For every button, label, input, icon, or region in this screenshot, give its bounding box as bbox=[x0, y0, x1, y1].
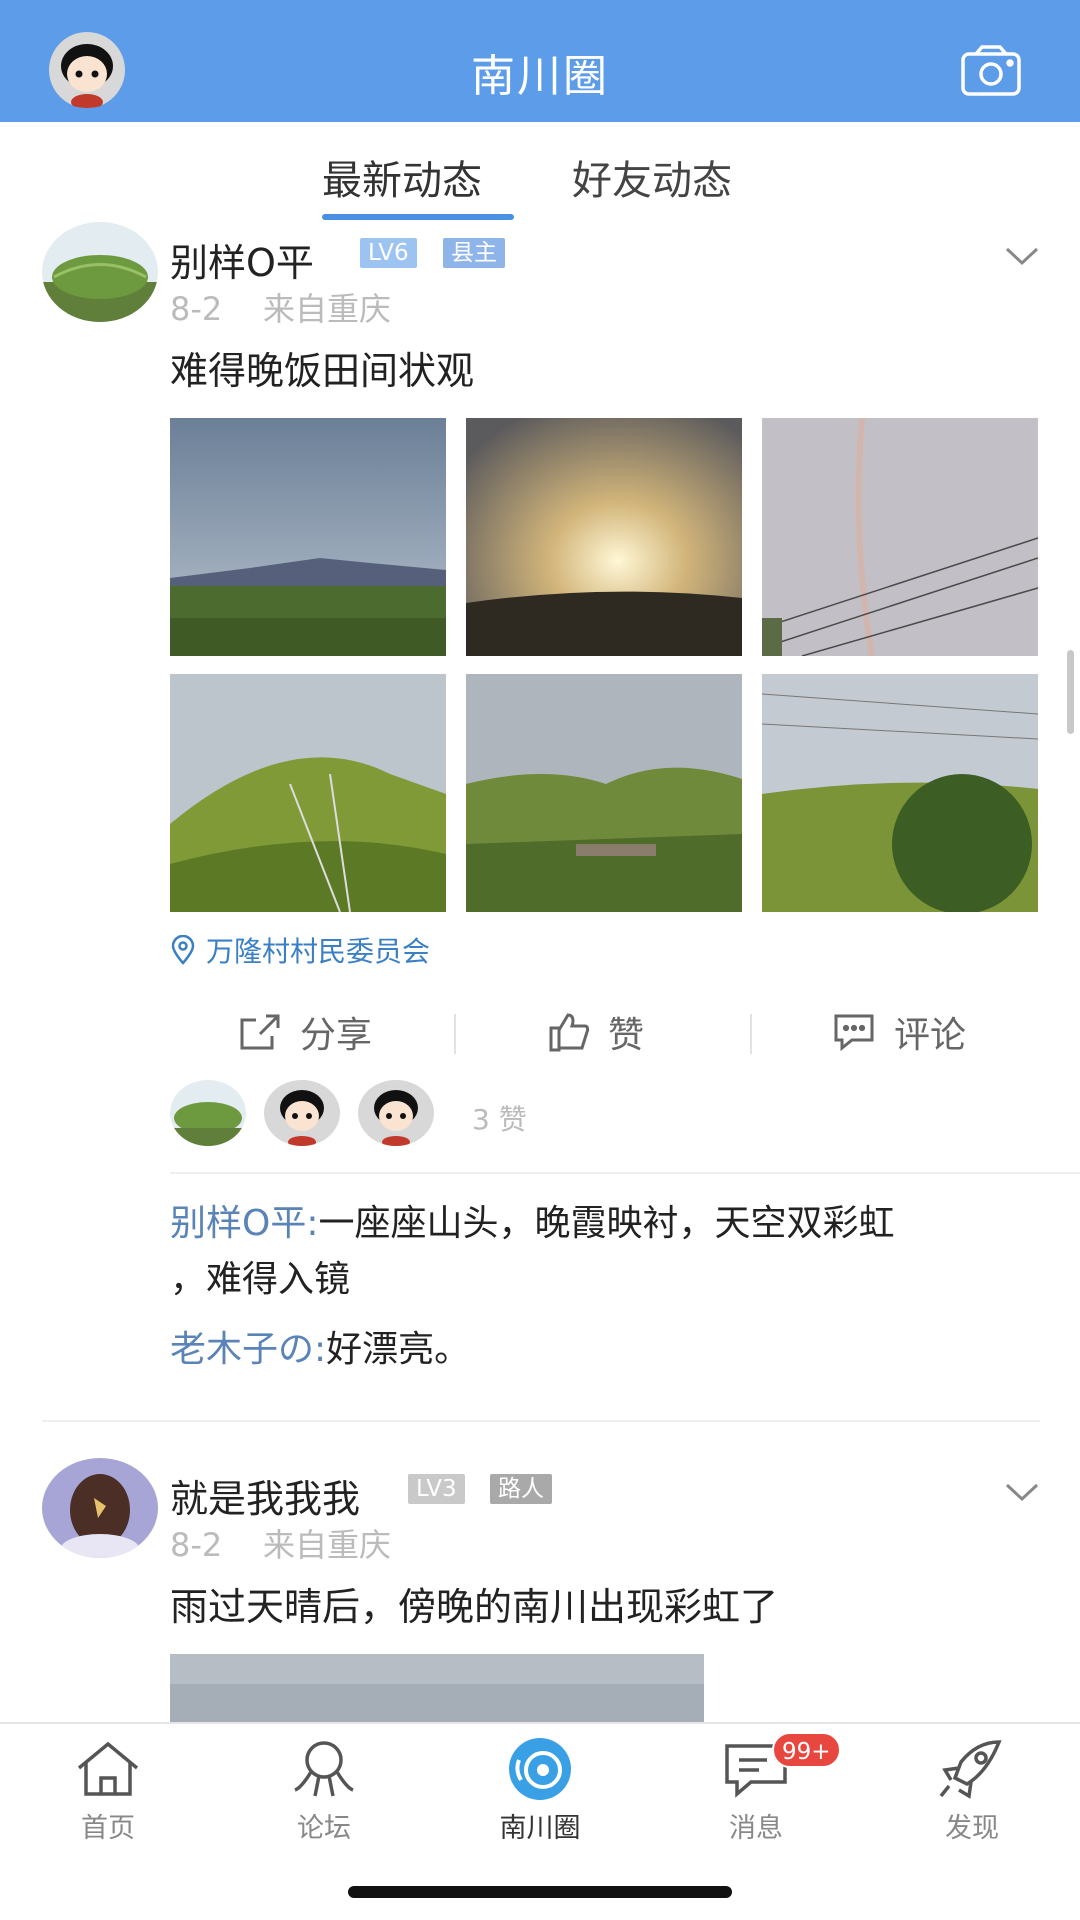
action-divider bbox=[454, 1014, 456, 1054]
nav-label: 南川圈 bbox=[499, 1813, 581, 1844]
author-avatar[interactable] bbox=[42, 222, 158, 322]
like-count: 3 赞 bbox=[472, 1103, 527, 1136]
post-text: 难得晚饭田间状观 bbox=[170, 349, 475, 393]
share-button[interactable]: 分享 bbox=[238, 992, 372, 1072]
post-date: 8-2 bbox=[170, 1526, 223, 1564]
post-meta: 8-2 来自重庆 bbox=[170, 1520, 391, 1566]
post-meta: 8-2 来自重庆 bbox=[170, 284, 391, 330]
camera-icon[interactable] bbox=[960, 44, 1022, 98]
nav-forum[interactable]: 论坛 bbox=[254, 1738, 394, 1845]
photo-grid bbox=[170, 418, 1040, 912]
author-name[interactable]: 就是我我我 bbox=[170, 1468, 360, 1523]
level-badge: LV6 bbox=[360, 238, 417, 268]
post-text: 雨过天晴后，傍晚的南川出现彩虹了 bbox=[170, 1585, 779, 1629]
post-photo[interactable] bbox=[762, 674, 1038, 912]
title-badge: 路人 bbox=[490, 1474, 552, 1504]
comment-text: 好漂亮。 bbox=[326, 1329, 471, 1370]
liker-avatar[interactable] bbox=[358, 1080, 434, 1146]
tab-friends[interactable]: 好友动态 bbox=[572, 148, 732, 206]
nav-label: 发现 bbox=[945, 1813, 999, 1844]
title-badge: 县主 bbox=[443, 238, 505, 268]
liker-avatar[interactable] bbox=[170, 1080, 246, 1146]
post-photo[interactable] bbox=[170, 1654, 704, 1722]
nav-label: 论坛 bbox=[297, 1813, 351, 1844]
home-icon bbox=[77, 1741, 139, 1796]
comment-text: 一座座山头，晚霞映衬，天空双彩虹 bbox=[318, 1203, 895, 1244]
unread-badge: 99+ bbox=[772, 1732, 841, 1768]
nav-discover[interactable]: 发现 bbox=[902, 1738, 1042, 1845]
tab-latest[interactable]: 最新动态 bbox=[322, 148, 482, 206]
like-button[interactable]: 赞 bbox=[548, 992, 644, 1072]
level-badge: LV3 bbox=[408, 1474, 465, 1504]
location-label: 万隆村村民委员会 bbox=[206, 935, 431, 968]
share-label: 分享 bbox=[300, 1015, 373, 1056]
page-title: 南川圈 bbox=[471, 51, 609, 102]
location-pin-icon bbox=[171, 935, 195, 965]
thumbs-up-icon bbox=[549, 1013, 590, 1052]
post-photo[interactable] bbox=[170, 418, 446, 656]
comment-button[interactable]: 评论 bbox=[832, 992, 966, 1072]
comment-author[interactable]: 别样O平: bbox=[170, 1203, 318, 1244]
nav-messages[interactable]: 99+ 消息 bbox=[686, 1732, 841, 1845]
home-indicator[interactable] bbox=[348, 1886, 732, 1898]
post-actions: 分享 赞 评论 bbox=[170, 992, 1040, 1072]
post-photo[interactable] bbox=[170, 674, 446, 912]
nav-label: 首页 bbox=[81, 1813, 135, 1844]
circle-icon bbox=[509, 1738, 571, 1800]
chevron-down-icon[interactable] bbox=[1004, 244, 1040, 268]
scrollbar[interactable] bbox=[1067, 650, 1074, 734]
comment-icon bbox=[834, 1014, 874, 1052]
feed-tabs: 最新动态 好友动态 bbox=[0, 122, 1080, 222]
top-bar: 南川圈 bbox=[0, 0, 1080, 122]
comment-text-continued: ，难得入镜 bbox=[170, 1259, 351, 1300]
comment-label: 评论 bbox=[894, 1015, 967, 1056]
post-source: 来自重庆 bbox=[262, 290, 391, 328]
post-date: 8-2 bbox=[170, 290, 223, 328]
tab-indicator bbox=[322, 214, 514, 220]
liker-avatar[interactable] bbox=[264, 1080, 340, 1146]
like-label: 赞 bbox=[608, 1015, 645, 1056]
rocket-icon bbox=[939, 1740, 1002, 1799]
comment-item[interactable]: 别样O平:一座座山头，晚霞映衬，天空双彩虹 ，难得入镜 bbox=[170, 1196, 1040, 1308]
comment-item[interactable]: 老木子の:好漂亮。 bbox=[170, 1322, 1040, 1378]
action-divider bbox=[750, 1014, 752, 1054]
post-photo[interactable] bbox=[762, 418, 1038, 656]
post-photo[interactable] bbox=[466, 418, 742, 656]
post-divider bbox=[42, 1420, 1040, 1422]
nav-home[interactable]: 首页 bbox=[38, 1738, 178, 1845]
share-icon bbox=[240, 1014, 280, 1050]
nav-nanchuan-circle[interactable]: 南川圈 bbox=[470, 1738, 610, 1845]
post-source: 来自重庆 bbox=[262, 1526, 391, 1564]
likes-row: 3 赞 bbox=[170, 1080, 1040, 1160]
nav-label: 消息 bbox=[729, 1813, 783, 1844]
author-name[interactable]: 别样O平 bbox=[170, 232, 314, 287]
comments-divider bbox=[170, 1172, 1080, 1174]
author-avatar[interactable] bbox=[42, 1458, 158, 1558]
chevron-down-icon[interactable] bbox=[1004, 1480, 1040, 1504]
post-location[interactable]: 万隆村村民委员会 bbox=[170, 930, 430, 970]
post-photo[interactable] bbox=[466, 674, 742, 912]
comment-author[interactable]: 老木子の: bbox=[170, 1329, 326, 1370]
forum-icon bbox=[294, 1741, 354, 1797]
